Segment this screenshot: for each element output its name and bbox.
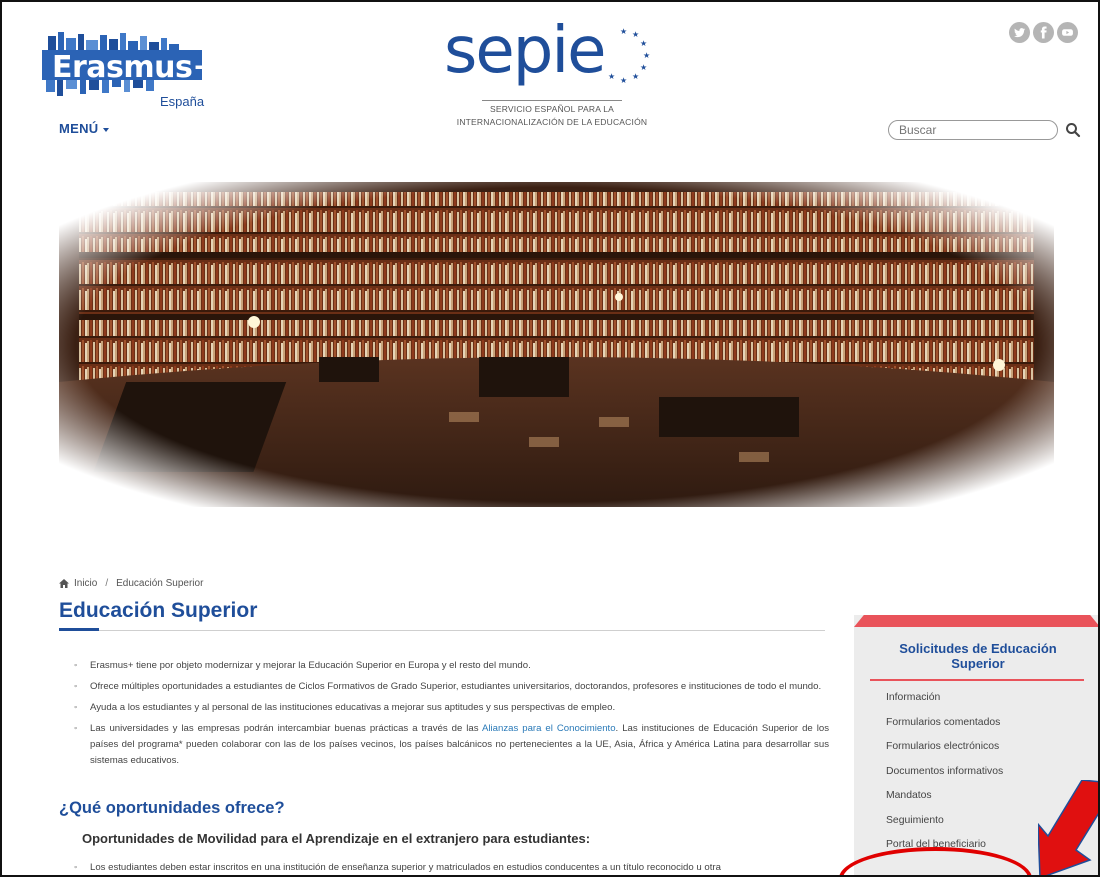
search-input[interactable] xyxy=(888,120,1058,140)
erasmus-logo-text: Erasmus+ xyxy=(52,50,218,85)
library-photo xyxy=(59,182,1054,507)
svg-text:★: ★ xyxy=(620,76,627,85)
erasmus-logo-country: España xyxy=(160,94,205,109)
social-links xyxy=(1009,22,1078,43)
sidebar-top-band xyxy=(854,615,1098,627)
annotation-arrow-icon xyxy=(1038,780,1098,875)
sidebar-item-formularios-comentados[interactable]: Formularios comentados xyxy=(886,716,1076,741)
title-divider xyxy=(59,630,825,631)
breadcrumb-current: Educación Superior xyxy=(116,578,204,589)
svg-text:★: ★ xyxy=(632,30,639,39)
sepie-logo[interactable]: sepie ★ ★ ★ ★ ★ ★ ★ ★ SERVICIO ESPAÑOL PARA L… xyxy=(432,14,672,140)
facebook-icon[interactable] xyxy=(1033,22,1054,43)
section-heading: ¿Qué oportunidades ofrece? xyxy=(59,799,285,817)
erasmus-logo[interactable]: Erasmus+ España xyxy=(42,32,218,112)
caret-down-icon xyxy=(103,127,110,132)
eu-stars-icon: ★ ★★ ★★★ ★★ xyxy=(608,27,650,85)
sepie-tagline-line2: INTERNACIONALIZACIÓN DE LA EDUCACIÓN xyxy=(456,117,648,127)
list-item-text: Las universidades y las empresas podrán … xyxy=(90,723,482,734)
sidebar-title: Solicitudes de Educación Superior xyxy=(899,641,1057,671)
sepie-logo-text: sepie xyxy=(444,14,606,88)
menu-label: MENÚ xyxy=(59,121,99,136)
svg-text:★: ★ xyxy=(640,63,647,72)
sub-heading: Oportunidades de Movilidad para el Apren… xyxy=(82,831,591,846)
title-divider-accent xyxy=(59,628,99,631)
alianzas-conocimiento-link[interactable]: Alianzas para el Conocimiento xyxy=(482,723,616,734)
list-item: Ofrece múltiples oportunidades a estudia… xyxy=(74,679,829,695)
svg-text:★: ★ xyxy=(640,39,647,48)
youtube-icon[interactable] xyxy=(1057,22,1078,43)
page-title: Educación Superior xyxy=(59,599,258,622)
home-icon[interactable] xyxy=(59,579,69,588)
list-item: Erasmus+ tiene por objeto modernizar y m… xyxy=(74,658,829,674)
sepie-tagline-line1: SERVICIO ESPAÑOL PARA LA xyxy=(489,104,614,114)
breadcrumb-home-link[interactable]: Inicio xyxy=(74,578,97,589)
list-item: Los estudiantes deben estar inscritos en… xyxy=(74,860,832,875)
svg-text:★: ★ xyxy=(643,51,650,60)
sidebar-item-informacion[interactable]: Información xyxy=(886,691,1076,716)
intro-content: Erasmus+ tiene por objeto modernizar y m… xyxy=(64,658,829,774)
svg-text:★: ★ xyxy=(632,72,639,81)
list-item: Las universidades y las empresas podrán … xyxy=(74,721,829,769)
breadcrumb-separator: / xyxy=(105,578,109,589)
search-icon[interactable] xyxy=(1065,122,1081,138)
page-frame: Erasmus+ España MENÚ sepie ★ ★ ★ ★ ★ ★ ★ ★ SE… xyxy=(0,0,1100,877)
hero-library-image xyxy=(59,182,1054,507)
sidebar-title-divider xyxy=(870,679,1084,681)
breadcrumb: Inicio / Educación Superior xyxy=(59,578,203,589)
twitter-icon[interactable] xyxy=(1009,22,1030,43)
svg-text:★: ★ xyxy=(608,72,615,81)
sepie-logo-divider xyxy=(482,100,622,101)
sidebar-item-formularios-electronicos[interactable]: Formularios electrónicos xyxy=(886,740,1076,765)
list-item: Ayuda a los estudiantes y al personal de… xyxy=(74,700,829,716)
intro-bullet-list: Erasmus+ tiene por objeto modernizar y m… xyxy=(64,658,829,769)
svg-text:★: ★ xyxy=(620,27,627,36)
main-menu-toggle[interactable]: MENÚ xyxy=(59,121,110,136)
